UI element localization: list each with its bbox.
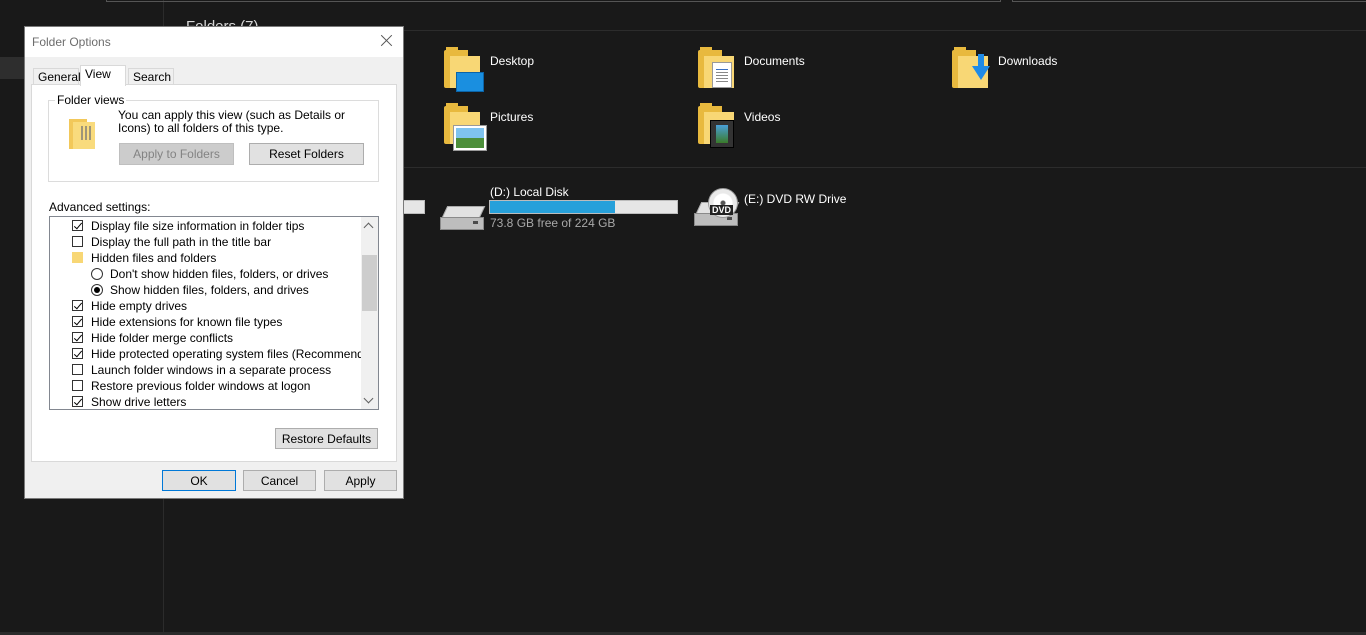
folder-item-videos[interactable]: Videos <box>698 102 781 148</box>
cancel-button[interactable]: Cancel <box>243 470 316 491</box>
scroll-down-icon[interactable] <box>361 392 378 409</box>
advanced-settings-list[interactable]: Display file size information in folder … <box>49 216 379 410</box>
setting-label: Display the full path in the title bar <box>91 235 272 249</box>
drive-d-usage-bar <box>489 200 678 214</box>
advanced-settings-label: Advanced settings: <box>49 200 151 214</box>
tab-view[interactable]: View <box>80 65 126 86</box>
setting-label: Show hidden files, folders, and drives <box>110 283 309 297</box>
setting-label: Don't show hidden files, folders, or dri… <box>110 267 329 281</box>
drive-d-usage-fill <box>490 201 616 213</box>
folder-label: Desktop <box>490 54 535 68</box>
dialog-title: Folder Options <box>32 35 111 49</box>
folder-label: Videos <box>744 110 781 124</box>
videos-folder-icon <box>698 103 734 148</box>
folder-item-documents[interactable]: Documents <box>698 46 805 90</box>
folder-item-desktop[interactable]: Desktop <box>444 46 535 92</box>
setting-checkbox[interactable] <box>72 348 83 359</box>
folder-options-dialog: Folder Options General View Search Folde… <box>24 26 404 499</box>
setting-label: Launch folder windows in a separate proc… <box>91 363 332 377</box>
setting-checkbox[interactable] <box>72 220 83 231</box>
folder-small-icon <box>72 252 83 263</box>
tab-general[interactable]: General <box>33 68 81 85</box>
scroll-thumb[interactable] <box>362 255 377 311</box>
apply-button[interactable]: Apply <box>324 470 397 491</box>
pictures-folder-icon <box>444 103 486 150</box>
desktop-folder-icon <box>444 47 484 92</box>
setting-checkbox[interactable] <box>72 396 83 407</box>
drive-d-free-space: 73.8 GB free of 224 GB <box>490 216 616 230</box>
setting-label: Display file size information in folder … <box>91 219 305 233</box>
setting-radio[interactable] <box>91 268 103 280</box>
setting-checkbox[interactable] <box>72 316 83 327</box>
folder-label: Downloads <box>998 54 1058 68</box>
hard-drive-icon <box>440 206 486 230</box>
setting-checkbox[interactable] <box>72 380 83 391</box>
setting-radio[interactable] <box>91 284 103 296</box>
setting-label: Hide empty drives <box>91 299 188 313</box>
setting-label: Restore previous folder windows at logon <box>91 379 311 393</box>
setting-label: Show drive letters <box>91 395 187 409</box>
setting-checkbox[interactable] <box>72 332 83 343</box>
setting-label: Hidden files and folders <box>91 251 217 265</box>
folder-label: Pictures <box>490 110 534 124</box>
folder-label: Documents <box>744 54 805 68</box>
settings-scrollbar[interactable] <box>361 217 378 409</box>
setting-label: Hide protected operating system files (R… <box>91 347 379 361</box>
folder-views-description: You can apply this view (such as Details… <box>118 108 346 135</box>
folder-item-pictures[interactable]: Pictures <box>444 102 534 150</box>
drive-d-name: (D:) Local Disk <box>490 185 569 199</box>
setting-checkbox[interactable] <box>72 364 83 375</box>
reset-folders-button[interactable]: Reset Folders <box>249 143 364 165</box>
scroll-up-icon[interactable] <box>361 217 378 234</box>
drive-e-name: (E:) DVD RW Drive <box>744 192 847 206</box>
documents-folder-icon <box>698 47 734 88</box>
apply-to-folders-button[interactable]: Apply to Folders <box>119 143 234 165</box>
folder-item-downloads[interactable]: Downloads <box>952 46 1057 90</box>
setting-label: Hide folder merge conflicts <box>91 331 234 345</box>
setting-checkbox[interactable] <box>72 236 83 247</box>
tab-search[interactable]: Search <box>128 68 174 85</box>
folder-views-legend: Folder views <box>55 93 127 107</box>
search-box[interactable] <box>1012 0 1366 2</box>
downloads-folder-icon <box>952 47 990 88</box>
folder-views-icon <box>69 119 95 149</box>
address-bar[interactable] <box>106 0 1001 2</box>
dvd-badge: DVD <box>710 205 734 215</box>
close-icon[interactable] <box>379 33 395 49</box>
restore-defaults-button[interactable]: Restore Defaults <box>275 428 378 449</box>
nav-selected-item[interactable] <box>0 57 24 79</box>
dialog-titlebar[interactable]: Folder Options <box>25 27 403 57</box>
dvd-drive-icon: DVD <box>694 188 740 230</box>
setting-label: Hide extensions for known file types <box>91 315 283 329</box>
ok-button[interactable]: OK <box>162 470 236 491</box>
setting-checkbox[interactable] <box>72 300 83 311</box>
